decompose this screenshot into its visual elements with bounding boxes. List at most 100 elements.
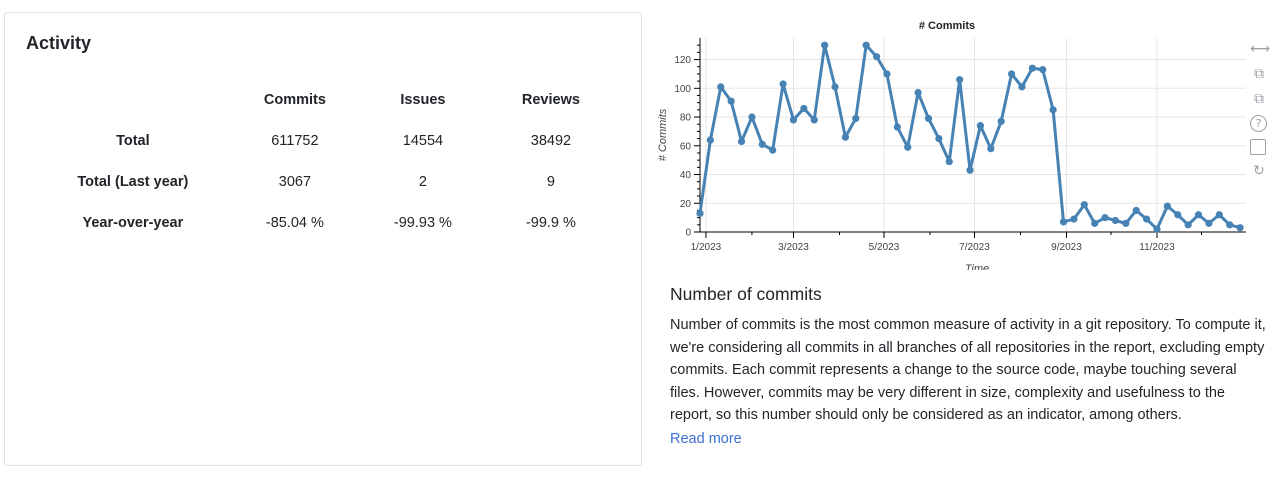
data-point bbox=[1184, 221, 1192, 229]
data-point bbox=[1153, 225, 1161, 233]
y-tick-label: 40 bbox=[680, 170, 692, 181]
data-point bbox=[789, 116, 798, 124]
column-header-reviews: Reviews bbox=[521, 91, 580, 108]
data-point bbox=[1122, 219, 1130, 227]
table-cell: 38492 bbox=[530, 132, 572, 149]
data-point bbox=[1028, 64, 1036, 72]
x-tick-label: 11/2023 bbox=[1139, 242, 1175, 253]
data-point bbox=[945, 157, 953, 166]
data-point bbox=[696, 209, 704, 217]
data-point bbox=[821, 41, 829, 49]
commits-chart[interactable]: 0 20 40 60 80 100 120 1/2023 3/2023 5/2023 7/2023 9… bbox=[650, 14, 1280, 270]
data-point bbox=[1080, 201, 1088, 209]
data-point bbox=[1226, 221, 1234, 229]
pan-icon[interactable]: ⟷ bbox=[1250, 40, 1270, 58]
y-tick-label: 120 bbox=[674, 55, 691, 66]
data-point bbox=[810, 116, 818, 124]
data-point bbox=[987, 145, 995, 153]
data-point bbox=[997, 117, 1005, 125]
data-point bbox=[831, 83, 839, 91]
data-point bbox=[717, 83, 725, 91]
data-point bbox=[758, 140, 766, 148]
x-tick-label: 3/2023 bbox=[778, 242, 809, 253]
chart-toolbar: ⟷ ⧉ ⧉ ? ↻ bbox=[1250, 40, 1270, 187]
x-tick-label: 1/2023 bbox=[691, 242, 722, 253]
table-row: Total (Last year) 3067 2 9 bbox=[35, 161, 615, 202]
data-point bbox=[893, 123, 901, 131]
y-tick-label: 20 bbox=[680, 199, 692, 210]
save-icon[interactable] bbox=[1250, 139, 1266, 155]
data-point bbox=[1007, 70, 1016, 78]
table-cell: 14554 bbox=[402, 132, 444, 149]
data-point bbox=[883, 70, 891, 78]
row-label: Year-over-year bbox=[82, 214, 184, 231]
x-tick-label: 5/2023 bbox=[869, 242, 900, 253]
reset-icon[interactable]: ↻ bbox=[1250, 162, 1268, 180]
data-point bbox=[976, 122, 985, 130]
data-point bbox=[779, 80, 787, 88]
table-row: Total 611752 14554 38492 bbox=[35, 120, 615, 161]
data-point bbox=[1018, 83, 1026, 91]
help-icon[interactable]: ? bbox=[1250, 115, 1267, 132]
data-point bbox=[1174, 211, 1182, 219]
read-more-link[interactable]: Read more bbox=[670, 431, 742, 447]
commits-chart-svg: 0 20 40 60 80 100 120 1/2023 3/2023 5/2023 7/2023 9… bbox=[657, 20, 1246, 270]
y-tick-label: 100 bbox=[674, 84, 691, 95]
data-point bbox=[1101, 214, 1109, 222]
y-axis-label: # Commits bbox=[657, 108, 669, 161]
table-cell: -99.93 % bbox=[393, 214, 452, 231]
data-point bbox=[1091, 219, 1099, 227]
data-point bbox=[727, 97, 735, 105]
y-tick-label: 60 bbox=[680, 141, 692, 152]
data-point bbox=[1132, 206, 1140, 215]
data-point bbox=[841, 133, 850, 141]
table-cell: 611752 bbox=[271, 132, 319, 149]
data-point bbox=[800, 104, 808, 113]
data-point bbox=[748, 113, 756, 121]
activity-card: Activity Commits Issues Reviews Total 61… bbox=[4, 12, 642, 466]
row-label: Total (Last year) bbox=[77, 173, 189, 190]
data-point bbox=[1236, 224, 1244, 232]
data-point bbox=[956, 76, 964, 84]
data-point bbox=[924, 114, 933, 123]
chart-title: # Commits bbox=[919, 20, 975, 32]
x-axis-label: Time bbox=[965, 263, 989, 270]
data-point bbox=[914, 89, 922, 97]
data-point bbox=[1111, 216, 1120, 225]
table-cell: 2 bbox=[418, 173, 427, 190]
y-tick-label: 0 bbox=[685, 228, 691, 239]
data-point bbox=[935, 134, 943, 143]
data-point bbox=[706, 136, 714, 144]
table-cell: -85.04 % bbox=[265, 214, 324, 231]
data-point bbox=[1205, 219, 1213, 227]
x-tick-label: 7/2023 bbox=[959, 242, 990, 253]
data-point bbox=[1194, 211, 1203, 219]
data-point bbox=[1039, 66, 1047, 74]
data-point bbox=[862, 41, 870, 49]
data-point bbox=[1059, 218, 1068, 226]
data-point bbox=[1049, 106, 1057, 114]
activity-table: Commits Issues Reviews Total 611752 1455… bbox=[35, 79, 615, 243]
data-point bbox=[1142, 215, 1151, 223]
table-header-row: Commits Issues Reviews bbox=[35, 79, 615, 120]
data-point bbox=[1215, 211, 1223, 219]
data-point bbox=[966, 166, 974, 174]
column-header-empty bbox=[35, 79, 231, 120]
description-title: Number of commits bbox=[670, 284, 822, 304]
wheel-zoom-icon[interactable]: ⧉ bbox=[1250, 90, 1268, 108]
x-tick-label: 9/2023 bbox=[1051, 242, 1082, 253]
column-header-issues: Issues bbox=[400, 91, 446, 108]
data-point bbox=[904, 143, 912, 151]
box-zoom-icon[interactable]: ⧉ bbox=[1250, 65, 1268, 83]
data-point bbox=[737, 137, 746, 146]
data-point bbox=[852, 114, 860, 123]
activity-title: Activity bbox=[26, 33, 92, 53]
data-point bbox=[872, 53, 881, 61]
data-point bbox=[1163, 202, 1171, 210]
table-cell: -99.9 % bbox=[525, 214, 576, 231]
row-label: Total bbox=[116, 132, 150, 149]
data-point bbox=[1070, 215, 1078, 223]
table-cell: 9 bbox=[546, 173, 555, 190]
description-text: Number of commits is the most common mea… bbox=[670, 317, 1266, 423]
y-tick-label: 80 bbox=[680, 113, 692, 124]
